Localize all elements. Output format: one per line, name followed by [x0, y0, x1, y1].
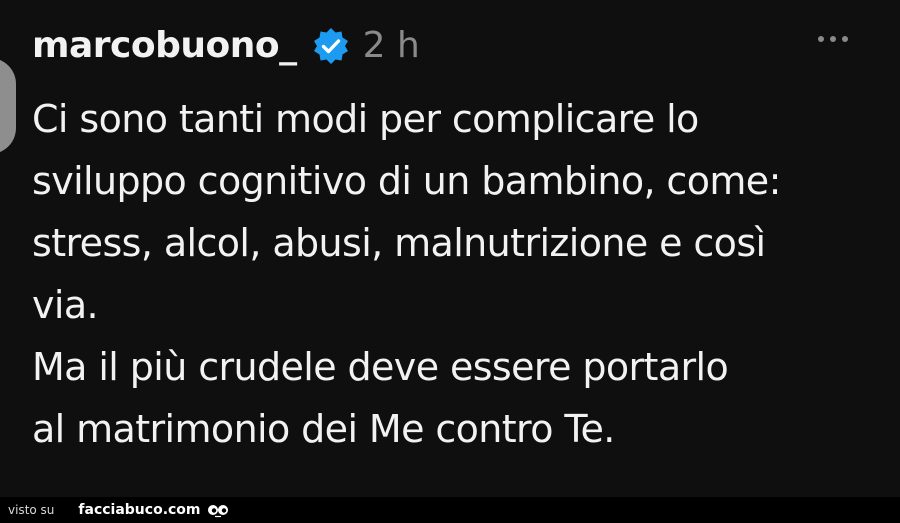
verified-badge-icon: [311, 26, 351, 66]
post-text-line: sviluppo cognitivo di un bambino, come:: [32, 159, 781, 203]
post-card: marcobuono_ 2 h Ci sono tanti modi per c…: [0, 0, 900, 497]
avatar[interactable]: [0, 58, 16, 154]
post-text: Ci sono tanti modi per complicare lo svi…: [32, 88, 872, 460]
visto-su-label: visto su: [8, 503, 55, 517]
dot-icon: [830, 36, 836, 42]
more-options-icon[interactable]: [818, 36, 848, 42]
eyes-icon: [207, 503, 229, 518]
dot-icon: [842, 36, 848, 42]
post-text-line: stress, alcol, abusi, malnutrizione e co…: [32, 221, 766, 265]
post-text-line: Ci sono tanti modi per complicare lo: [32, 97, 699, 141]
watermark-footer: visto su facciabuco.com: [0, 497, 900, 523]
post-time: 2 h: [362, 25, 420, 66]
dot-icon: [818, 36, 824, 42]
post-header: marcobuono_ 2 h: [32, 22, 420, 70]
post-text-line: al matrimonio dei Me contro Te.: [32, 407, 615, 451]
post-text-line: via.: [32, 283, 99, 327]
site-link[interactable]: facciabuco.com: [78, 502, 200, 518]
post-text-line: Ma il più crudele deve essere portarlo: [32, 345, 729, 389]
username[interactable]: marcobuono_: [32, 22, 297, 70]
